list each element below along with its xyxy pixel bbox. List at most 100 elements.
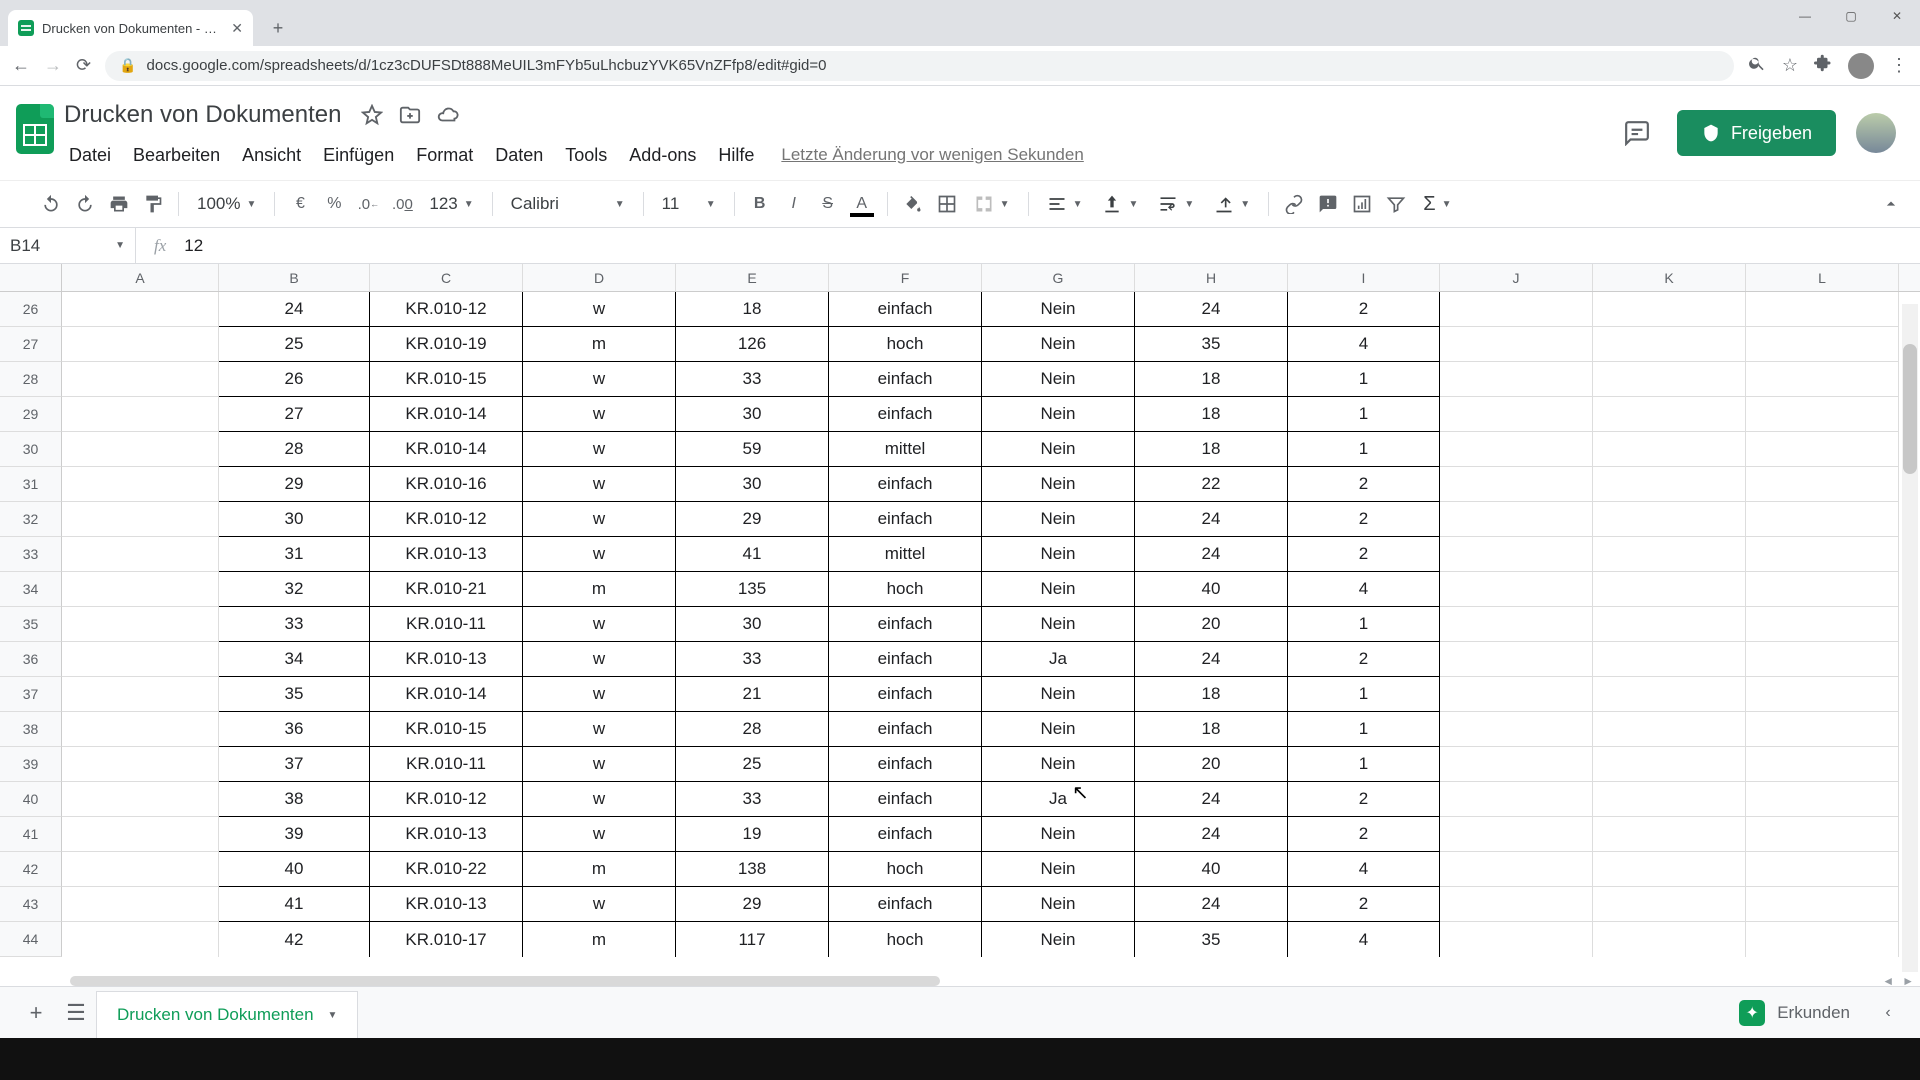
cell[interactable]: KR.010-14 <box>370 677 523 712</box>
col-header-F[interactable]: F <box>829 264 982 291</box>
paint-format-button[interactable] <box>138 189 168 219</box>
cell[interactable]: hoch <box>829 572 982 607</box>
row-header[interactable]: 41 <box>0 817 62 852</box>
row-header[interactable]: 37 <box>0 677 62 712</box>
zoom-icon[interactable] <box>1748 54 1766 77</box>
cell[interactable]: 35 <box>1135 327 1288 362</box>
cell[interactable]: 35 <box>219 677 370 712</box>
cell[interactable]: einfach <box>829 467 982 502</box>
extensions-icon[interactable] <box>1814 54 1832 77</box>
cell[interactable]: 33 <box>219 607 370 642</box>
cell[interactable] <box>62 607 219 642</box>
cell[interactable] <box>62 887 219 922</box>
cell[interactable]: 1 <box>1288 432 1440 467</box>
cell[interactable]: 24 <box>1135 887 1288 922</box>
cell[interactable]: KR.010-13 <box>370 887 523 922</box>
cell[interactable]: einfach <box>829 502 982 537</box>
cell[interactable] <box>1746 537 1899 572</box>
cell[interactable]: einfach <box>829 712 982 747</box>
cell[interactable]: 1 <box>1288 747 1440 782</box>
cell[interactable]: KR.010-11 <box>370 747 523 782</box>
cell[interactable]: 2 <box>1288 817 1440 852</box>
cell[interactable] <box>1593 502 1746 537</box>
cell[interactable]: 41 <box>676 537 829 572</box>
cell[interactable] <box>1593 292 1746 327</box>
close-tab-icon[interactable]: ✕ <box>231 20 243 37</box>
cell[interactable] <box>62 747 219 782</box>
cell[interactable] <box>1440 852 1593 887</box>
cell[interactable] <box>62 817 219 852</box>
cell[interactable]: 20 <box>1135 607 1288 642</box>
col-header-G[interactable]: G <box>982 264 1135 291</box>
cell[interactable]: 2 <box>1288 887 1440 922</box>
cell[interactable]: KR.010-14 <box>370 397 523 432</box>
cell[interactable]: m <box>523 327 676 362</box>
merge-cells-button[interactable]: ▼ <box>966 194 1018 214</box>
menu-ansicht[interactable]: Ansicht <box>233 141 310 170</box>
cell[interactable]: 19 <box>676 817 829 852</box>
add-sheet-button[interactable]: + <box>16 993 56 1033</box>
cell[interactable]: w <box>523 677 676 712</box>
cell[interactable] <box>62 642 219 677</box>
cell[interactable]: Nein <box>982 887 1135 922</box>
cell[interactable] <box>62 572 219 607</box>
cell[interactable] <box>1593 677 1746 712</box>
cell[interactable]: 39 <box>219 817 370 852</box>
row-header[interactable]: 27 <box>0 327 62 362</box>
cell[interactable]: w <box>523 712 676 747</box>
cell[interactable]: Nein <box>982 817 1135 852</box>
vertical-scrollbar[interactable] <box>1902 304 1918 972</box>
cell[interactable] <box>1746 397 1899 432</box>
cell[interactable] <box>1746 292 1899 327</box>
back-button[interactable]: ← <box>12 55 30 76</box>
cell[interactable]: hoch <box>829 327 982 362</box>
cell[interactable] <box>1440 327 1593 362</box>
cell[interactable]: 18 <box>1135 432 1288 467</box>
cell[interactable]: KR.010-12 <box>370 502 523 537</box>
col-header-I[interactable]: I <box>1288 264 1440 291</box>
cell[interactable]: Nein <box>982 712 1135 747</box>
fill-color-button[interactable] <box>898 189 928 219</box>
cell[interactable]: 1 <box>1288 607 1440 642</box>
cell[interactable]: einfach <box>829 747 982 782</box>
cell[interactable] <box>62 432 219 467</box>
share-button[interactable]: Freigeben <box>1677 110 1836 156</box>
cell[interactable]: Nein <box>982 327 1135 362</box>
cell[interactable]: m <box>523 572 676 607</box>
cell[interactable]: 2 <box>1288 292 1440 327</box>
cell[interactable]: Nein <box>982 292 1135 327</box>
cell[interactable]: 30 <box>676 397 829 432</box>
cell[interactable]: Nein <box>982 432 1135 467</box>
spreadsheet-grid[interactable]: A B C D E F G H I J K L 2624KR.010-12w18… <box>0 264 1920 957</box>
cell[interactable] <box>1746 782 1899 817</box>
cell[interactable]: 24 <box>1135 502 1288 537</box>
cell[interactable]: 33 <box>676 782 829 817</box>
cell[interactable]: 1 <box>1288 677 1440 712</box>
row-header[interactable]: 31 <box>0 467 62 502</box>
cell[interactable]: einfach <box>829 782 982 817</box>
insert-link-button[interactable] <box>1279 189 1309 219</box>
cell[interactable]: 33 <box>676 362 829 397</box>
cell[interactable]: 24 <box>219 292 370 327</box>
cell[interactable]: 24 <box>1135 292 1288 327</box>
row-header[interactable]: 39 <box>0 747 62 782</box>
text-color-button[interactable]: A <box>847 189 877 219</box>
cell[interactable] <box>1746 502 1899 537</box>
cell[interactable] <box>1440 537 1593 572</box>
increase-decimal-button[interactable]: .00 <box>387 189 417 219</box>
cell[interactable]: 30 <box>676 467 829 502</box>
cell[interactable]: 18 <box>1135 677 1288 712</box>
cell[interactable] <box>1593 922 1746 957</box>
cell[interactable] <box>1746 677 1899 712</box>
cell[interactable]: Nein <box>982 747 1135 782</box>
cell[interactable] <box>1746 817 1899 852</box>
formula-input[interactable]: 12 <box>184 236 203 256</box>
cell[interactable]: 18 <box>676 292 829 327</box>
side-panel-toggle[interactable]: ‹ <box>1872 997 1904 1029</box>
move-icon[interactable] <box>399 104 421 126</box>
row-header[interactable]: 26 <box>0 292 62 327</box>
cell[interactable] <box>62 852 219 887</box>
cell[interactable] <box>1440 292 1593 327</box>
horizontal-align-button[interactable]: ▼ <box>1039 194 1091 214</box>
cell[interactable] <box>62 397 219 432</box>
